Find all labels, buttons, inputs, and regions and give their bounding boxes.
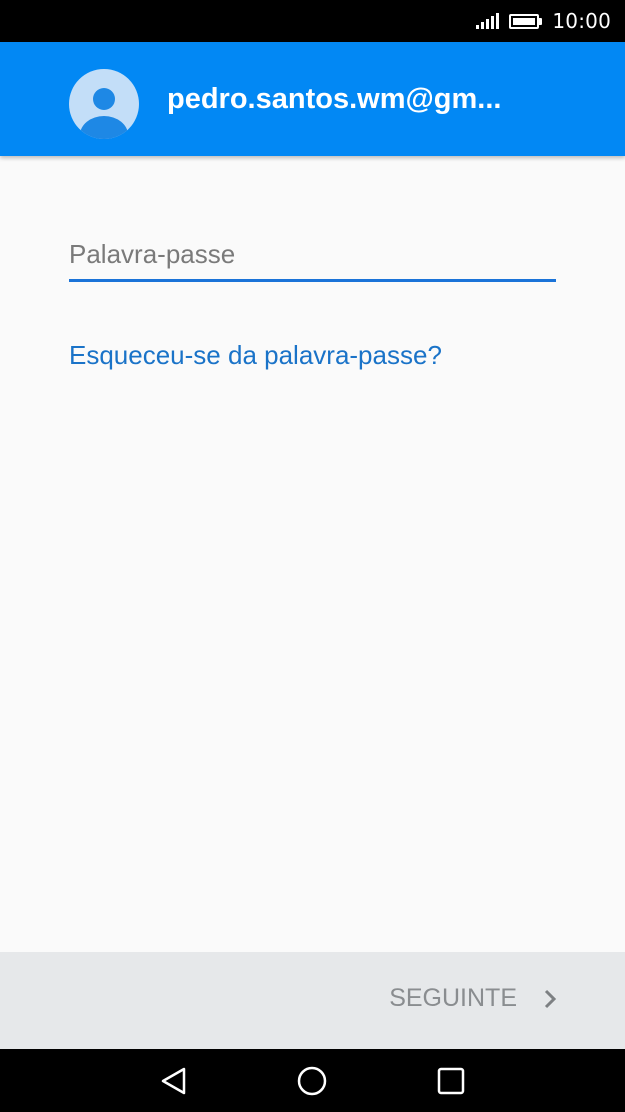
home-icon[interactable] — [296, 1065, 328, 1097]
status-bar: 10:00 — [0, 0, 625, 42]
chevron-right-icon — [544, 989, 557, 1008]
next-button-label: SEGUINTE — [389, 984, 517, 1012]
account-header: pedro.santos.wm@gm... — [0, 42, 625, 156]
account-email: pedro.santos.wm@gm... — [167, 83, 502, 115]
person-avatar-icon — [69, 69, 139, 139]
recent-apps-icon[interactable] — [435, 1065, 467, 1097]
signal-icon — [476, 13, 500, 29]
action-bar: SEGUINTE — [0, 952, 625, 1049]
forgot-password-link[interactable]: Esqueceu-se da palavra-passe? — [69, 340, 442, 371]
status-time: 10:00 — [552, 9, 611, 33]
back-icon[interactable] — [158, 1065, 190, 1097]
next-button[interactable]: SEGUINTE — [389, 984, 557, 1013]
screen: 10:00 pedro.santos.wm@gm... Esqueceu-se … — [0, 0, 625, 1112]
nav-bar — [0, 1049, 625, 1112]
battery-icon — [509, 13, 543, 29]
password-input[interactable] — [69, 230, 556, 282]
